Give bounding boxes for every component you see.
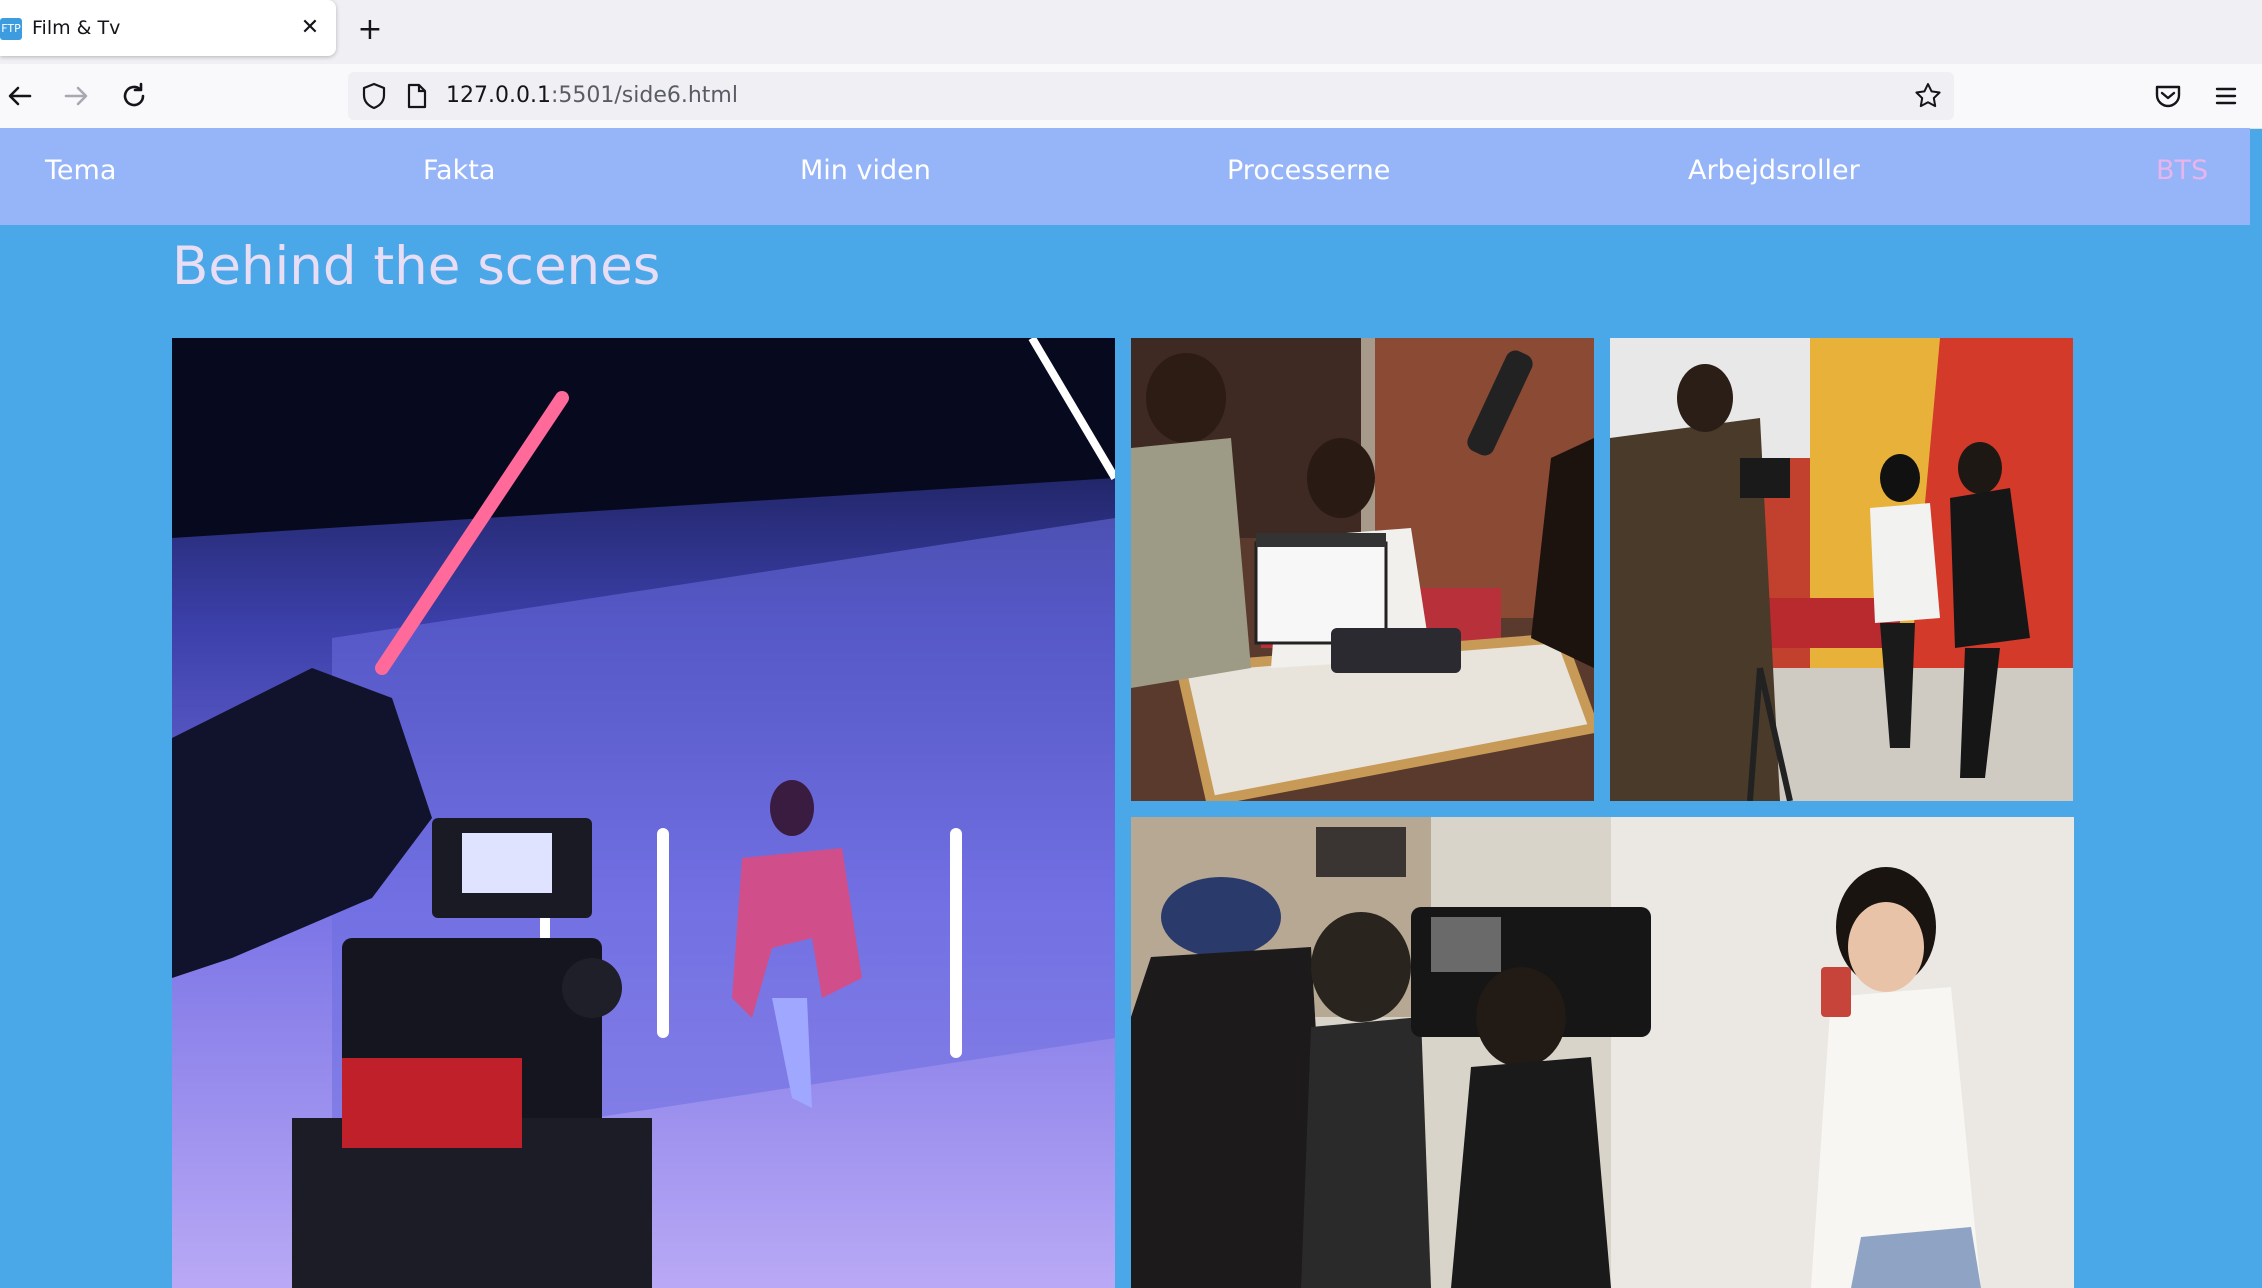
- photo-clapperboard-diner: [1131, 338, 1594, 801]
- url-path: :5501/side6.html: [550, 83, 738, 108]
- nav-link-processerne[interactable]: Processerne: [1227, 155, 1390, 186]
- favicon-icon: FTP: [0, 18, 22, 40]
- browser-tab[interactable]: FTP Film & Tv ✕: [0, 0, 336, 56]
- nav-link-arbejdsroller[interactable]: Arbejdsroller: [1688, 155, 1860, 186]
- reload-icon[interactable]: [116, 78, 152, 114]
- back-arrow-icon[interactable]: [2, 78, 38, 114]
- url-text[interactable]: 127.0.0.1:5501/side6.html: [446, 83, 738, 108]
- tab-title: Film & Tv: [32, 17, 121, 39]
- photo-crew-white-wall: [1131, 817, 2074, 1288]
- photo-neon-studio-camera: [172, 338, 1115, 1288]
- nav-link-fakta[interactable]: Fakta: [423, 155, 495, 186]
- menu-icon[interactable]: [2208, 78, 2244, 114]
- nav-link-min-viden[interactable]: Min viden: [800, 155, 931, 186]
- page-title: Behind the scenes: [172, 236, 661, 297]
- url-host: 127.0.0.1: [446, 83, 551, 108]
- nav-link-bts[interactable]: BTS: [2156, 155, 2208, 186]
- pocket-icon[interactable]: [2150, 78, 2186, 114]
- page-icon[interactable]: [400, 80, 432, 112]
- site-navigation: Tema Fakta Min viden Processerne Arbejds…: [0, 128, 2250, 225]
- forward-arrow-icon[interactable]: [58, 78, 94, 114]
- close-tab-icon[interactable]: ✕: [296, 14, 324, 42]
- url-bar[interactable]: 127.0.0.1:5501/side6.html: [348, 72, 1954, 120]
- new-tab-icon[interactable]: +: [352, 12, 388, 48]
- shield-icon[interactable]: [358, 80, 390, 112]
- nav-link-tema[interactable]: Tema: [45, 155, 116, 186]
- photo-diner-dancers: [1610, 338, 2073, 801]
- bookmark-star-icon[interactable]: [1912, 80, 1944, 112]
- browser-toolbar: 127.0.0.1:5501/side6.html: [0, 64, 2262, 129]
- browser-tab-strip: FTP Film & Tv ✕ +: [0, 0, 2262, 64]
